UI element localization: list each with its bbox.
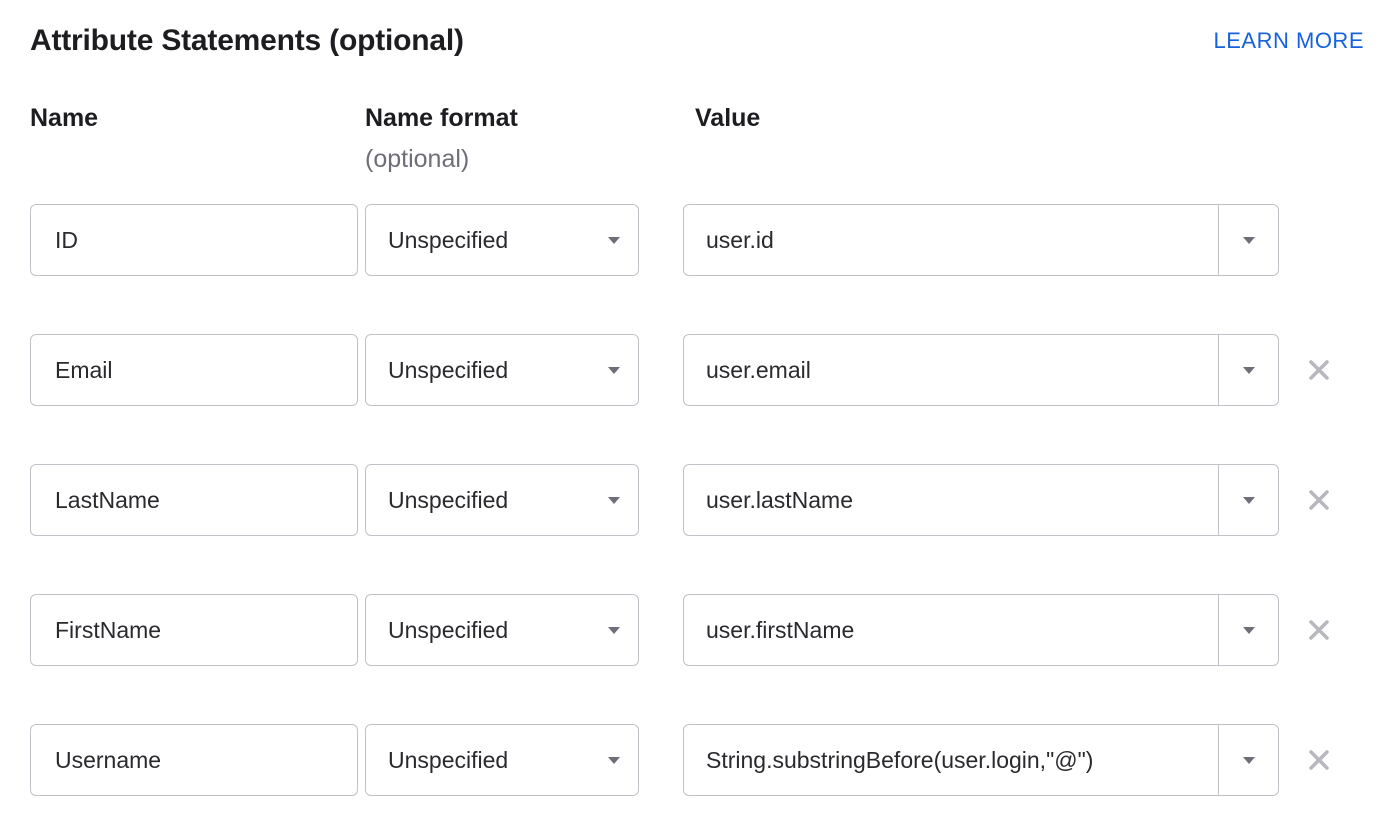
chevron-down-icon[interactable]	[590, 595, 638, 665]
section-header: Attribute Statements (optional) LEARN MO…	[30, 24, 1364, 58]
attribute-row: Unspecified user.id	[30, 204, 1364, 276]
chevron-down-icon[interactable]	[1218, 335, 1278, 405]
chevron-down-icon[interactable]	[590, 465, 638, 535]
attribute-row: Unspecified user.email	[30, 334, 1364, 406]
name-input[interactable]	[53, 616, 335, 645]
name-input[interactable]	[53, 356, 335, 385]
name-format-value: Unspecified	[366, 487, 590, 514]
value-select[interactable]: user.id	[683, 204, 1279, 276]
value-text: user.lastName	[684, 487, 1218, 514]
value-text: user.id	[684, 227, 1218, 254]
close-icon	[1307, 488, 1331, 512]
attribute-row: Unspecified String.substringBefore(user.l…	[30, 724, 1364, 796]
chevron-down-icon[interactable]	[1218, 725, 1278, 795]
column-format-sublabel: (optional)	[365, 145, 695, 174]
chevron-down-icon[interactable]	[590, 725, 638, 795]
name-input-wrapper	[30, 724, 358, 796]
attribute-rows: Unspecifieduser.idUnspecifieduser.emailU…	[30, 204, 1364, 796]
attribute-row: Unspecified user.lastName	[30, 464, 1364, 536]
value-select[interactable]: user.lastName	[683, 464, 1279, 536]
chevron-down-icon[interactable]	[590, 335, 638, 405]
remove-row-button[interactable]	[1279, 618, 1331, 642]
name-input[interactable]	[53, 746, 335, 775]
name-format-value: Unspecified	[366, 617, 590, 644]
value-text: user.email	[684, 357, 1218, 384]
value-select[interactable]: user.email	[683, 334, 1279, 406]
name-format-value: Unspecified	[366, 747, 590, 774]
name-format-value: Unspecified	[366, 227, 590, 254]
name-input-wrapper	[30, 334, 358, 406]
remove-row-button[interactable]	[1279, 488, 1331, 512]
remove-row-button[interactable]	[1279, 748, 1331, 772]
close-icon	[1307, 618, 1331, 642]
value-select[interactable]: user.firstName	[683, 594, 1279, 666]
column-format-label: Name format	[365, 104, 695, 133]
columns-header: Name Name format (optional) Value	[30, 104, 1364, 174]
chevron-down-icon[interactable]	[590, 205, 638, 275]
close-icon	[1307, 748, 1331, 772]
section-title: Attribute Statements (optional)	[30, 24, 464, 58]
remove-row-button[interactable]	[1279, 358, 1331, 382]
column-name-label: Name	[30, 104, 365, 133]
value-text: user.firstName	[684, 617, 1218, 644]
name-input-wrapper	[30, 464, 358, 536]
name-input[interactable]	[53, 486, 335, 515]
chevron-down-icon[interactable]	[1218, 465, 1278, 535]
close-icon	[1307, 358, 1331, 382]
chevron-down-icon[interactable]	[1218, 595, 1278, 665]
chevron-down-icon[interactable]	[1218, 205, 1278, 275]
name-format-select[interactable]: Unspecified	[365, 464, 639, 536]
name-input[interactable]	[53, 226, 335, 255]
column-value-label: Value	[695, 104, 1364, 133]
attribute-row: Unspecified user.firstName	[30, 594, 1364, 666]
value-text: String.substringBefore(user.login,"@")	[684, 747, 1218, 774]
learn-more-link[interactable]: LEARN MORE	[1214, 28, 1364, 54]
name-input-wrapper	[30, 594, 358, 666]
name-format-select[interactable]: Unspecified	[365, 594, 639, 666]
name-format-select[interactable]: Unspecified	[365, 724, 639, 796]
name-input-wrapper	[30, 204, 358, 276]
value-select[interactable]: String.substringBefore(user.login,"@")	[683, 724, 1279, 796]
name-format-value: Unspecified	[366, 357, 590, 384]
name-format-select[interactable]: Unspecified	[365, 204, 639, 276]
name-format-select[interactable]: Unspecified	[365, 334, 639, 406]
